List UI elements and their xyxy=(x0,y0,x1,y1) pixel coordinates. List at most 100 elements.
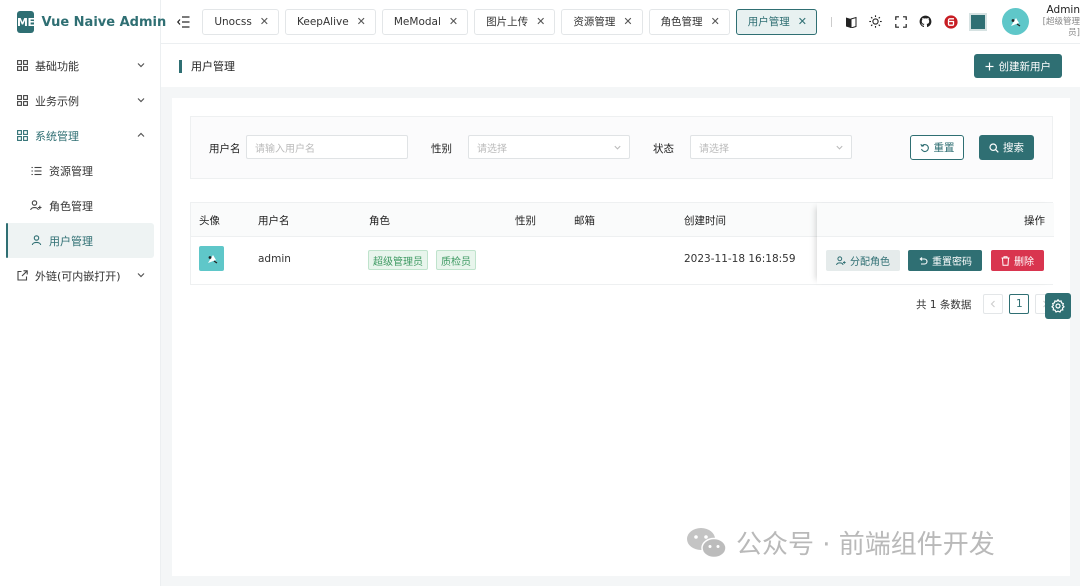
actions-column: 操作 分配角色 重置密码 删除 xyxy=(817,203,1054,284)
search-panel: 用户名 请输入用户名 性别 请选择 状态 请选择 重置 搜索 xyxy=(190,116,1053,179)
top-header: Unocss ✕ KeepAlive ✕ MeModal ✕ 图片上传 ✕ 资源管理 ✕ … xyxy=(161,0,1080,44)
tab-label: 角色管理 xyxy=(660,16,703,28)
trash-icon xyxy=(1001,255,1010,266)
avatar xyxy=(199,246,224,271)
close-icon[interactable]: ✕ xyxy=(711,15,720,28)
close-icon[interactable]: ✕ xyxy=(449,15,458,28)
brand[interactable]: ME Vue Naive Admin xyxy=(0,0,166,44)
close-icon[interactable]: ✕ xyxy=(536,15,545,28)
settings-gear-button[interactable] xyxy=(1045,293,1071,319)
sidebar-item-users[interactable]: 用户管理 xyxy=(6,223,154,258)
user-meta[interactable]: Admin [超级管理员] xyxy=(1037,4,1080,38)
reset-label: 重置 xyxy=(933,142,955,154)
close-icon[interactable]: ✕ xyxy=(357,15,366,28)
tab-label: KeepAlive xyxy=(297,15,349,28)
user-group-icon xyxy=(836,255,846,265)
close-icon[interactable]: ✕ xyxy=(260,15,269,28)
collapse-sidebar-icon[interactable] xyxy=(174,11,193,33)
close-icon[interactable]: ✕ xyxy=(623,15,632,28)
sidebar-item-roles[interactable]: 角色管理 xyxy=(0,188,160,223)
watermark: 公众号 · 前端组件开发 xyxy=(686,524,995,561)
sidebar: ME Vue Naive Admin 基础功能 业务示例 系统管理 资源管理 角… xyxy=(0,0,166,586)
column-header: 用户名 xyxy=(258,215,290,227)
sidebar-item-label: 外链(可内嵌打开) xyxy=(35,269,121,283)
search-button[interactable]: 搜索 xyxy=(979,135,1034,160)
column-header: 性别 xyxy=(515,215,536,227)
column-header: 角色 xyxy=(369,215,390,227)
sun-icon[interactable] xyxy=(869,15,883,29)
tab-label: MeModal xyxy=(393,15,441,28)
avatar[interactable] xyxy=(1001,8,1029,35)
sidebar-item-basic[interactable]: 基础功能 xyxy=(0,48,160,83)
column-header: 创建时间 xyxy=(684,215,726,227)
tab-label: 图片上传 xyxy=(486,16,529,28)
create-user-button[interactable]: 创建新用户 xyxy=(973,54,1062,78)
tab-label: 用户管理 xyxy=(747,16,790,28)
sidebar-item-label: 基础功能 xyxy=(35,59,79,73)
grid-icon xyxy=(16,130,28,142)
search-icon xyxy=(989,142,999,153)
sidebar-item-external-link[interactable]: 外链(可内嵌打开) xyxy=(0,258,160,293)
reset-password-label: 重置密码 xyxy=(932,257,972,268)
sidebar-item-label: 业务示例 xyxy=(35,94,79,108)
status-select[interactable]: 请选择 xyxy=(690,135,852,159)
prev-page-button[interactable] xyxy=(983,294,1004,314)
grid-icon xyxy=(16,95,28,107)
brand-logo: ME xyxy=(17,11,35,33)
tab-resources[interactable]: 资源管理 ✕ xyxy=(561,8,643,35)
tab-unocss[interactable]: Unocss ✕ xyxy=(202,8,280,35)
chevron-up-icon xyxy=(137,132,145,137)
close-icon[interactable]: ✕ xyxy=(798,15,807,28)
book-icon[interactable] xyxy=(844,15,858,29)
github-icon[interactable] xyxy=(919,15,933,29)
brand-title: Vue Naive Admin xyxy=(41,14,167,30)
actions-header-bg xyxy=(817,203,1054,237)
title-accent-bar xyxy=(179,59,182,73)
sidebar-item-business[interactable]: 业务示例 xyxy=(0,83,160,118)
column-header: 操作 xyxy=(1024,215,1045,227)
delete-button[interactable]: 删除 xyxy=(991,250,1044,271)
assign-role-button[interactable]: 分配角色 xyxy=(826,250,900,271)
sidebar-item-system[interactable]: 系统管理 xyxy=(0,118,160,153)
tab-keepalive[interactable]: KeepAlive ✕ xyxy=(285,8,376,35)
pagination: 共 1 条数据 1 xyxy=(916,294,1056,314)
chevron-down-icon xyxy=(137,63,145,68)
watermark-text: 公众号 · 前端组件开发 xyxy=(736,530,995,560)
user-table: 头像 用户名 角色 性别 邮箱 创建时间 admin 超级管理员 质检员 202… xyxy=(190,202,1054,285)
content-card: 用户名 请输入用户名 性别 请选择 状态 请选择 重置 搜索 头像 用户名 角色… xyxy=(172,98,1070,576)
undo-icon xyxy=(919,256,928,265)
username-input[interactable]: 请输入用户名 xyxy=(246,135,408,159)
page-header: 用户管理 创建新用户 xyxy=(161,45,1080,87)
external-link-icon xyxy=(16,270,28,282)
reset-button[interactable]: 重置 xyxy=(910,135,964,160)
chevron-down-icon xyxy=(137,98,145,103)
tab-image-upload[interactable]: 图片上传 ✕ xyxy=(474,8,556,35)
delete-label: 删除 xyxy=(1014,257,1034,268)
status-label: 状态 xyxy=(653,143,674,155)
sidebar-item-resources[interactable]: 资源管理 xyxy=(0,153,160,188)
status-placeholder: 请选择 xyxy=(699,143,729,155)
chevron-down-icon xyxy=(836,145,843,150)
gender-select[interactable]: 请选择 xyxy=(468,135,630,159)
sidebar-item-label: 系统管理 xyxy=(35,129,79,143)
theme-color-swatch[interactable] xyxy=(968,12,987,31)
user-name: Admin xyxy=(1046,4,1080,17)
wechat-icon xyxy=(686,526,728,560)
username-cell: admin xyxy=(258,253,291,265)
page-button[interactable]: 1 xyxy=(1009,294,1030,314)
gitee-icon[interactable] xyxy=(944,14,958,29)
reset-password-button[interactable]: 重置密码 xyxy=(908,250,982,271)
tab-roles[interactable]: 角色管理 ✕ xyxy=(648,8,730,35)
gear-icon xyxy=(1051,299,1065,313)
tab-users[interactable]: 用户管理 ✕ xyxy=(735,8,817,35)
role-tag: 质检员 xyxy=(436,250,476,270)
tab-label: 资源管理 xyxy=(573,16,616,28)
column-header: 邮箱 xyxy=(574,215,595,227)
assign-role-label: 分配角色 xyxy=(850,257,890,268)
fullscreen-icon[interactable] xyxy=(894,15,908,29)
header-divider xyxy=(831,16,832,27)
tab-memodal[interactable]: MeModal ✕ xyxy=(381,8,469,35)
create-user-label: 创建新用户 xyxy=(998,60,1052,73)
list-icon xyxy=(30,165,42,177)
sidebar-item-label: 资源管理 xyxy=(49,164,93,178)
